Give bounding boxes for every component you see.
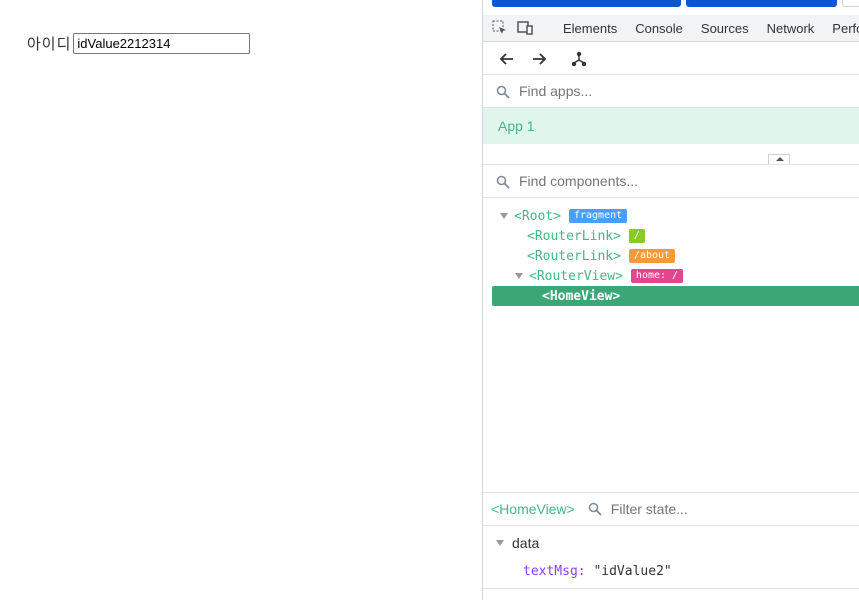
tree-node-routerlink-about[interactable]: <RouterLink> /about: [527, 246, 676, 266]
tab-console[interactable]: Console: [635, 21, 683, 36]
devtools-panel: Elements Console Sources Network Perfo A…: [482, 0, 859, 600]
app-name: App 1: [498, 118, 535, 134]
app-list-item[interactable]: App 1: [483, 108, 859, 144]
search-icon: [496, 174, 510, 189]
id-label: 아이디: [27, 35, 72, 53]
tab-elements[interactable]: Elements: [563, 21, 617, 36]
selected-component-name: <HomeView>: [491, 501, 575, 517]
tree-node-tag: <Root>: [514, 208, 561, 224]
route-badge: home: /: [630, 269, 684, 283]
top-blue-button-2[interactable]: [686, 0, 837, 7]
top-blue-button-1[interactable]: [492, 0, 681, 7]
search-icon: [588, 502, 602, 516]
collapse-handle-icon[interactable]: [768, 154, 790, 164]
state-key: textMsg: [523, 564, 578, 579]
pane-splitter: [483, 144, 859, 165]
route-badge: /about: [628, 249, 676, 263]
tree-node-root[interactable]: <Root> fragment: [500, 206, 628, 226]
arrow-right-icon[interactable]: [530, 50, 548, 68]
filter-state-input[interactable]: [610, 501, 851, 517]
tree-node-routerview[interactable]: <RouterView> home: /: [515, 266, 684, 286]
tree-node-homeview[interactable]: <HomeView>: [492, 286, 859, 306]
state-colon: :: [577, 564, 586, 579]
arrow-left-icon[interactable]: [498, 50, 516, 68]
search-icon: [496, 84, 510, 99]
data-section-toggle[interactable]: data: [496, 533, 539, 553]
component-tree-icon[interactable]: [570, 50, 588, 68]
tree-node-tag: <RouterView>: [529, 268, 623, 284]
device-toolbar-icon[interactable]: [517, 20, 533, 36]
caret-down-icon[interactable]: [515, 273, 523, 279]
devtools-tab-bar: Elements Console Sources Network Perfo: [483, 15, 859, 42]
bottom-divider: [483, 588, 859, 589]
tab-network[interactable]: Network: [767, 21, 815, 36]
state-value: "idValue2": [593, 564, 672, 579]
state-data-row[interactable]: textMsg: "idValue2": [523, 564, 672, 579]
top-button-strip: [483, 0, 859, 9]
tree-node-tag: <RouterLink>: [527, 248, 621, 264]
tab-sources[interactable]: Sources: [701, 21, 749, 36]
find-apps-input[interactable]: [519, 83, 819, 99]
tab-performance[interactable]: Perfo: [832, 21, 859, 36]
find-components-bar: [483, 165, 859, 198]
tree-node-tag: <RouterLink>: [527, 228, 621, 244]
state-header: <HomeView>: [483, 492, 859, 526]
vue-toolbar: [483, 43, 859, 75]
top-white-button[interactable]: [842, 0, 859, 7]
id-input[interactable]: [73, 33, 251, 54]
find-components-input[interactable]: [519, 173, 819, 189]
id-form: 아이디: [27, 33, 251, 54]
tree-node-tag: <HomeView>: [542, 288, 621, 304]
route-badge: /: [628, 229, 645, 243]
inspect-element-icon[interactable]: [492, 20, 508, 36]
tree-node-routerlink-home[interactable]: <RouterLink> /: [527, 226, 645, 246]
caret-down-icon[interactable]: [496, 540, 504, 546]
caret-down-icon[interactable]: [500, 213, 508, 219]
fragment-badge: fragment: [568, 209, 628, 223]
data-section-title: data: [512, 535, 540, 551]
find-apps-bar: [483, 75, 859, 108]
selected-component-tag: <HomeView>: [491, 501, 575, 517]
